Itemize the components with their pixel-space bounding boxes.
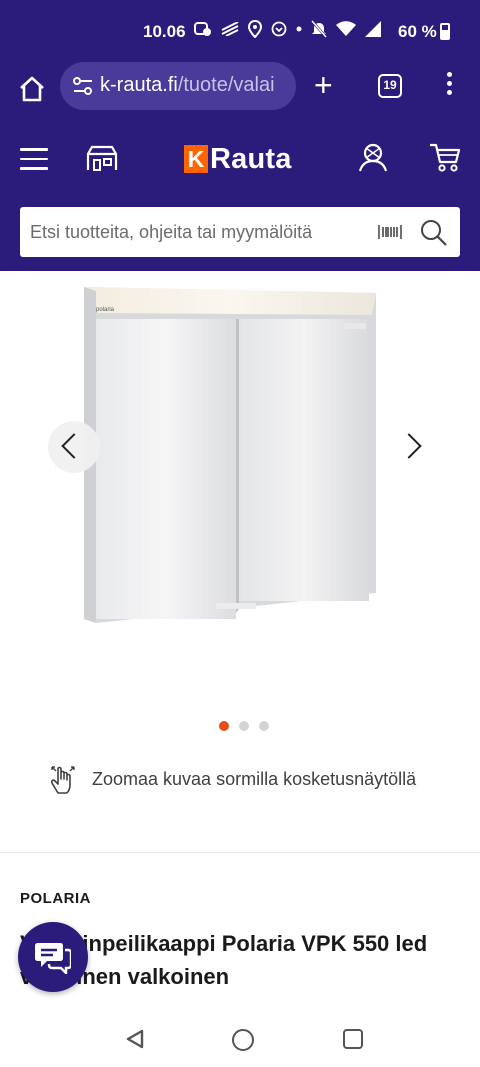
zoom-hint-text: Zoomaa kuvaa sormilla kosketusnäytöllä bbox=[92, 768, 417, 789]
carousel-dot-2[interactable] bbox=[239, 721, 249, 731]
previous-image-button[interactable] bbox=[48, 421, 100, 473]
carousel-dot-3[interactable] bbox=[259, 721, 269, 731]
section-divider bbox=[0, 852, 480, 853]
account-icon[interactable] bbox=[356, 140, 390, 174]
search-icon[interactable] bbox=[420, 219, 448, 247]
logo-k: K bbox=[184, 145, 208, 173]
hamburger-menu-icon[interactable] bbox=[20, 148, 48, 170]
address-bar[interactable]: k-rauta.fi/tuote/valai bbox=[60, 62, 296, 110]
new-tab-icon[interactable]: + bbox=[314, 69, 333, 101]
notification-icon bbox=[194, 22, 211, 36]
url-text: k-rauta.fi/tuote/valai bbox=[100, 74, 290, 97]
browser-toolbar: k-rauta.fi/tuote/valai + 19 bbox=[0, 62, 480, 122]
site-settings-icon[interactable] bbox=[72, 76, 94, 96]
signal-lines-icon bbox=[221, 22, 239, 36]
k-rauta-logo[interactable]: K Rauta bbox=[184, 142, 292, 176]
store-icon[interactable] bbox=[86, 144, 118, 172]
battery-percent: 60 % bbox=[398, 22, 437, 41]
product-image[interactable]: polaria bbox=[82, 283, 378, 623]
data-saver-icon bbox=[271, 21, 287, 37]
search-box[interactable] bbox=[20, 207, 460, 257]
product-brand[interactable]: POLARIA bbox=[20, 890, 91, 907]
barcode-scan-icon[interactable] bbox=[378, 224, 402, 240]
chat-icon bbox=[35, 943, 71, 974]
tab-switcher-button[interactable]: 19 bbox=[378, 74, 402, 98]
cell-signal-icon bbox=[365, 21, 381, 37]
browser-menu-icon[interactable] bbox=[444, 72, 454, 100]
cabinet-logo: polaria bbox=[96, 307, 115, 313]
status-icons bbox=[194, 20, 381, 38]
next-image-button[interactable] bbox=[386, 421, 438, 473]
recents-icon[interactable] bbox=[343, 1029, 363, 1049]
home-icon[interactable] bbox=[16, 73, 48, 105]
system-navigation-bar bbox=[0, 1010, 480, 1067]
wifi-icon bbox=[336, 21, 356, 36]
location-icon bbox=[248, 20, 262, 38]
carousel-dot-1[interactable] bbox=[219, 721, 229, 731]
carousel-dots bbox=[219, 721, 269, 731]
url-path: /tuote/valai bbox=[177, 74, 275, 96]
product-image-carousel[interactable]: polaria bbox=[0, 271, 480, 741]
site-header: K Rauta bbox=[0, 122, 480, 271]
pinch-zoom-hand-icon bbox=[50, 766, 75, 794]
search-input[interactable] bbox=[30, 207, 370, 257]
mute-icon bbox=[311, 20, 327, 38]
cart-icon[interactable] bbox=[428, 140, 462, 174]
status-bar: 10.06 60 % bbox=[0, 0, 480, 62]
chat-button[interactable] bbox=[18, 922, 88, 992]
dot-icon bbox=[296, 26, 302, 32]
logo-word: Rauta bbox=[210, 142, 292, 175]
zoom-hint: Zoomaa kuvaa sormilla kosketusnäytöllä bbox=[48, 762, 416, 796]
home-button-icon[interactable] bbox=[232, 1029, 254, 1051]
battery-icon bbox=[440, 23, 450, 40]
clock: 10.06 bbox=[143, 22, 186, 41]
back-icon[interactable] bbox=[124, 1028, 146, 1050]
url-domain: k-rauta.fi bbox=[100, 74, 178, 96]
